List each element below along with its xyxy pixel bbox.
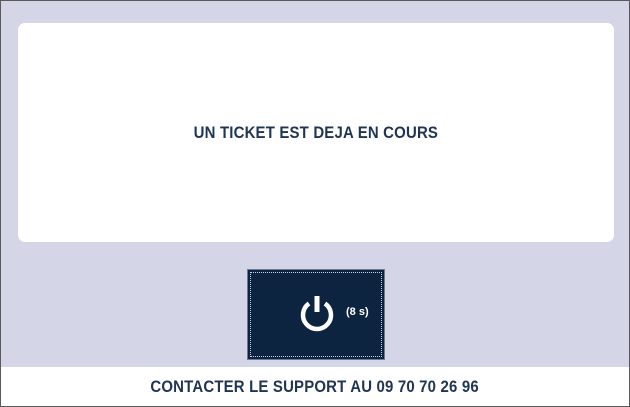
power-icon	[300, 296, 334, 332]
power-button[interactable]: (8 s)	[247, 269, 385, 360]
message-card: UN TICKET EST DEJA EN COURS	[18, 23, 614, 242]
message-text: UN TICKET EST DEJA EN COURS	[193, 122, 439, 142]
support-contact-text: CONTACTER LE SUPPORT AU 09 70 70 26 96	[150, 376, 480, 396]
countdown-label: (8 s)	[346, 306, 369, 318]
support-bar: CONTACTER LE SUPPORT AU 09 70 70 26 96	[1, 367, 629, 406]
kiosk-screen: UN TICKET EST DEJA EN COURS (8 s) CONTAC…	[0, 0, 630, 407]
